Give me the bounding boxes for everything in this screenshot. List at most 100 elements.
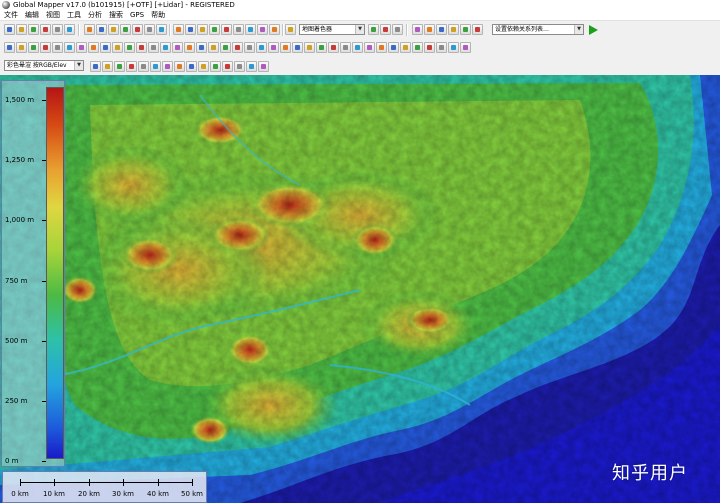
toolbar-button[interactable] (268, 42, 279, 53)
toolbar-button[interactable] (448, 42, 459, 53)
toolbar-button[interactable] (102, 61, 113, 72)
toolbar-button[interactable] (269, 24, 280, 35)
toolbar-button[interactable] (220, 42, 231, 53)
toolbar-button[interactable] (90, 61, 101, 72)
toolbar-button[interactable] (16, 42, 27, 53)
toolbar-button[interactable] (114, 61, 125, 72)
toolbar-button[interactable] (196, 42, 207, 53)
toolbar-button[interactable] (368, 24, 379, 35)
toolbar-button[interactable] (460, 42, 471, 53)
map-view[interactable] (0, 75, 720, 503)
toolbar-button[interactable] (120, 24, 131, 35)
toolbar-button[interactable] (40, 24, 51, 35)
toolbar-button[interactable] (184, 42, 195, 53)
toolbar-button[interactable] (316, 42, 327, 53)
toolbar-button[interactable] (16, 24, 27, 35)
toolbar-button[interactable] (64, 24, 75, 35)
toolbar-button[interactable] (285, 24, 296, 35)
toolbar-button[interactable] (28, 42, 39, 53)
play-icon[interactable] (589, 25, 598, 35)
toolbar-button[interactable] (126, 61, 137, 72)
toolbar-button[interactable] (52, 42, 63, 53)
toolbar-button[interactable] (52, 24, 63, 35)
toolbar-button[interactable] (257, 24, 268, 35)
toolbar-button[interactable] (136, 42, 147, 53)
toolbar-button[interactable] (173, 24, 184, 35)
toolbar-button[interactable] (245, 24, 256, 35)
toolbar-button[interactable] (185, 24, 196, 35)
toolbar-button[interactable] (40, 42, 51, 53)
menu-view[interactable]: 视图 (46, 11, 60, 19)
toolbar-button[interactable] (256, 42, 267, 53)
menu-file[interactable]: 文件 (4, 11, 18, 19)
toolbar-button[interactable] (340, 42, 351, 53)
menu-gps[interactable]: GPS (130, 11, 144, 19)
toolbar-button[interactable] (96, 24, 107, 35)
toolbar-button[interactable] (460, 24, 471, 35)
toolbar-button[interactable] (209, 24, 220, 35)
toolbar-button[interactable] (392, 24, 403, 35)
toolbar-button[interactable] (198, 61, 209, 72)
toolbar-button[interactable] (112, 42, 123, 53)
toolbar-button[interactable] (258, 61, 269, 72)
toolbar-button[interactable] (138, 61, 149, 72)
toolbar-button[interactable] (233, 24, 244, 35)
menu-search[interactable]: 搜索 (109, 11, 123, 19)
toolbar-button[interactable] (4, 24, 15, 35)
toolbar-button[interactable] (280, 42, 291, 53)
toolbar-button[interactable] (160, 42, 171, 53)
shader-combo[interactable]: 彩色晕渲 按RGB/Elev ▼ (4, 60, 84, 71)
toolbar-button[interactable] (28, 24, 39, 35)
toolbar-button[interactable] (364, 42, 375, 53)
toolbar-button[interactable] (412, 42, 423, 53)
toolbar-button[interactable] (292, 42, 303, 53)
toolbar-button[interactable] (186, 61, 197, 72)
toolbar-button[interactable] (380, 24, 391, 35)
toolbar-button[interactable] (436, 42, 447, 53)
toolbar-button[interactable] (234, 61, 245, 72)
toolbar-button[interactable] (424, 42, 435, 53)
toolbar-button[interactable] (88, 42, 99, 53)
toolbar-button[interactable] (162, 61, 173, 72)
menu-tools[interactable]: 工具 (67, 11, 81, 19)
toolbar-button[interactable] (108, 24, 119, 35)
toolbar-button[interactable] (222, 61, 233, 72)
toolbar-button[interactable] (208, 42, 219, 53)
toolbar-button[interactable] (244, 42, 255, 53)
toolbar-button[interactable] (448, 24, 459, 35)
toolbar-button[interactable] (4, 42, 15, 53)
menu-edit[interactable]: 编辑 (25, 11, 39, 19)
toolbar-button[interactable] (150, 61, 161, 72)
toolbar-button[interactable] (64, 42, 75, 53)
toolbar-button[interactable] (232, 42, 243, 53)
toolbar-button[interactable] (197, 24, 208, 35)
layer-combo[interactable]: 地图着色器 ▼ (299, 24, 365, 35)
toolbar-button[interactable] (221, 24, 232, 35)
toolbar-button[interactable] (84, 24, 95, 35)
toolbar-button[interactable] (76, 42, 87, 53)
toolbar-button[interactable] (148, 42, 159, 53)
toolbar-button[interactable] (424, 24, 435, 35)
toolbar-button[interactable] (124, 42, 135, 53)
toolbar-button[interactable] (132, 24, 143, 35)
toolbar-button[interactable] (156, 24, 167, 35)
config-combo[interactable]: 设置依赖关系列表… ▼ (492, 24, 584, 35)
toolbar-button[interactable] (388, 42, 399, 53)
toolbar-button[interactable] (400, 42, 411, 53)
toolbar-button[interactable] (412, 24, 423, 35)
elevation-map[interactable] (0, 75, 720, 503)
toolbar-button[interactable] (436, 24, 447, 35)
toolbar-button[interactable] (304, 42, 315, 53)
toolbar-button[interactable] (246, 61, 257, 72)
menu-analysis[interactable]: 分析 (88, 11, 102, 19)
toolbar-button[interactable] (174, 61, 185, 72)
toolbar-button[interactable] (376, 42, 387, 53)
toolbar-button[interactable] (100, 42, 111, 53)
toolbar-button[interactable] (352, 42, 363, 53)
menu-help[interactable]: 帮助 (151, 11, 165, 19)
toolbar-button[interactable] (210, 61, 221, 72)
toolbar-button[interactable] (328, 42, 339, 53)
toolbar-button[interactable] (172, 42, 183, 53)
toolbar-button[interactable] (472, 24, 483, 35)
toolbar-button[interactable] (144, 24, 155, 35)
